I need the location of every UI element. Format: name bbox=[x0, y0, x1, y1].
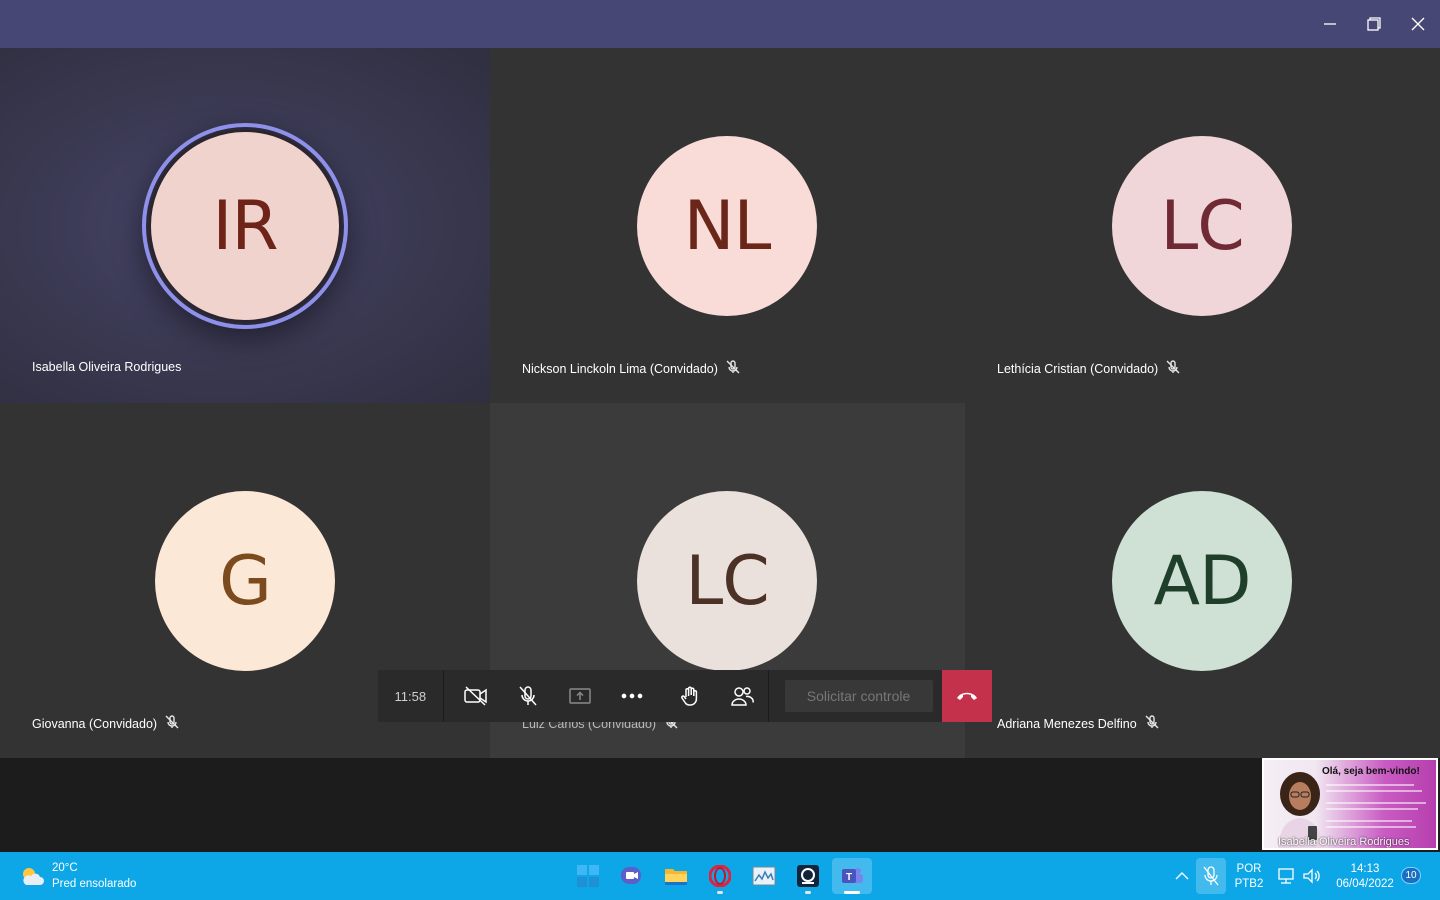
call-timer: 11:58 bbox=[378, 670, 444, 722]
participant-name: Nickson Linckoln Lima (Convidado) bbox=[522, 360, 740, 377]
self-view-name: Isabella Oliveira Rodrigues bbox=[1278, 836, 1410, 848]
avatar: LC bbox=[637, 491, 817, 671]
windows-start-icon[interactable] bbox=[568, 858, 608, 894]
mic-off-icon bbox=[1166, 360, 1180, 377]
minimize-icon[interactable] bbox=[1308, 0, 1352, 48]
task-manager-icon[interactable] bbox=[744, 858, 784, 894]
avatar: LC bbox=[1112, 136, 1292, 316]
participant-name: Isabella Oliveira Rodrigues bbox=[32, 360, 181, 374]
participant-name: Adriana Menezes Delfino bbox=[997, 715, 1159, 732]
media-controls bbox=[443, 670, 664, 722]
avatar: AD bbox=[1112, 491, 1292, 671]
more-icon[interactable] bbox=[606, 670, 658, 722]
weather-sun-cloud-icon bbox=[23, 868, 44, 885]
text-line bbox=[1326, 826, 1416, 828]
notification-badge[interactable]: 10 bbox=[1401, 867, 1421, 884]
self-view-title: Olá, seja bem-vindo! bbox=[1322, 766, 1420, 777]
opera-icon[interactable] bbox=[700, 858, 740, 894]
teams-chat-icon[interactable] bbox=[612, 858, 652, 894]
weather-desc: Pred ensolarado bbox=[52, 878, 137, 890]
hang-up-icon bbox=[956, 692, 977, 700]
running-indicator bbox=[717, 891, 723, 894]
window-titlebar bbox=[0, 0, 1440, 48]
avatar: G bbox=[155, 491, 335, 671]
avatar: NL bbox=[637, 136, 817, 316]
participant-tile[interactable]: IR Isabella Oliveira Rodrigues bbox=[0, 48, 490, 403]
participant-name-label: Lethícia Cristian (Convidado) bbox=[997, 361, 1159, 376]
participant-tile[interactable]: AD Adriana Menezes Delfino bbox=[965, 403, 1440, 758]
participant-grid: IR Isabella Oliveira Rodrigues NL Nickso… bbox=[0, 48, 1440, 758]
text-line bbox=[1326, 790, 1422, 792]
weather-widget[interactable]: 20°C Pred ensolarado bbox=[18, 860, 136, 892]
mic-off-icon bbox=[726, 360, 740, 377]
mic-off-icon bbox=[165, 715, 179, 732]
language-label: POR bbox=[1236, 863, 1262, 875]
text-line bbox=[1326, 802, 1426, 804]
request-control-area: Solicitar controle bbox=[768, 670, 942, 722]
avatar-initials: G bbox=[219, 541, 272, 621]
svg-text:T: T bbox=[846, 872, 852, 883]
avatar-border bbox=[148, 129, 342, 323]
self-view[interactable]: Olá, seja bem-vindo! Isabella Oliveira R… bbox=[1262, 758, 1438, 850]
chevron-up-icon[interactable] bbox=[1170, 858, 1194, 894]
clock-date: 06/04/2022 bbox=[1336, 878, 1394, 890]
participant-tile[interactable]: NL Nickson Linckoln Lima (Convidado) bbox=[490, 48, 965, 403]
request-control-button[interactable]: Solicitar controle bbox=[784, 680, 933, 712]
avatar-initials: NL bbox=[683, 186, 772, 266]
weather-temp: 20°C bbox=[52, 862, 78, 874]
avatar-initials: AD bbox=[1153, 541, 1252, 621]
close-icon[interactable] bbox=[1396, 0, 1440, 48]
clock[interactable]: 14:13 06/04/2022 bbox=[1330, 862, 1400, 892]
participant-name-label: Adriana Menezes Delfino bbox=[997, 716, 1137, 731]
keyboard-layout-label: PTB2 bbox=[1234, 878, 1264, 890]
app-icon[interactable] bbox=[788, 858, 828, 894]
participant-name-label: Isabella Oliveira Rodrigues bbox=[32, 360, 182, 374]
mic-muted-tray-icon[interactable] bbox=[1196, 858, 1226, 894]
stage-bottom-area bbox=[0, 758, 1440, 852]
participant-tile[interactable]: LC Lethícia Cristian (Convidado) bbox=[965, 48, 1440, 403]
active-indicator bbox=[844, 891, 860, 894]
avatar-initials: LC bbox=[685, 541, 769, 621]
collab-controls bbox=[663, 670, 768, 722]
people-icon[interactable] bbox=[716, 670, 768, 722]
clock-time: 14:13 bbox=[1350, 863, 1380, 875]
participant-name-label: Giovanna (Convidado) bbox=[32, 716, 158, 731]
text-line bbox=[1326, 820, 1412, 822]
taskbar: 20°C Pred ensolarado T POR PTB2 14:13 06… bbox=[0, 852, 1440, 900]
volume-icon[interactable] bbox=[1300, 858, 1324, 894]
avatar-initials: LC bbox=[1160, 186, 1244, 266]
text-line bbox=[1326, 784, 1414, 786]
participant-name-label: Nickson Linckoln Lima (Convidado) bbox=[522, 361, 718, 376]
participant-name: Giovanna (Convidado) bbox=[32, 715, 179, 732]
mic-off-icon[interactable] bbox=[502, 670, 554, 722]
restore-icon[interactable] bbox=[1352, 0, 1396, 48]
call-controls: 11:58 Solicitar controle bbox=[378, 670, 993, 722]
mic-off-icon bbox=[1145, 715, 1159, 732]
language-indicator[interactable]: POR PTB2 bbox=[1232, 862, 1266, 892]
text-line bbox=[1326, 808, 1418, 810]
running-indicator bbox=[805, 891, 811, 894]
video-off-icon[interactable] bbox=[450, 670, 502, 722]
file-explorer-icon[interactable] bbox=[656, 858, 696, 894]
network-icon[interactable] bbox=[1274, 858, 1298, 894]
hang-up-button[interactable] bbox=[941, 670, 993, 722]
share-screen-icon[interactable] bbox=[554, 670, 606, 722]
raise-hand-icon[interactable] bbox=[664, 670, 716, 722]
participant-name: Lethícia Cristian (Convidado) bbox=[997, 360, 1180, 377]
teams-icon[interactable]: T bbox=[832, 858, 872, 894]
